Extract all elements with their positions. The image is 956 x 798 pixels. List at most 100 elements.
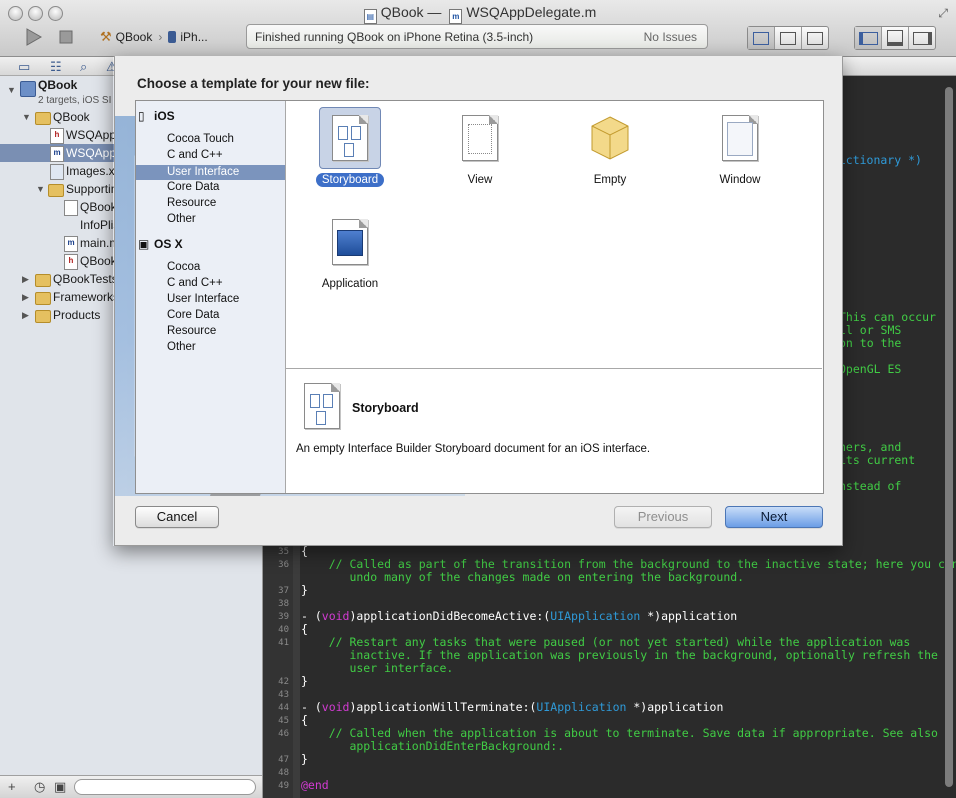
line-number: 39 (278, 612, 289, 622)
code-line-comment: // Called as part of the transition from… (328, 557, 956, 584)
m-file-icon: m (50, 146, 64, 162)
disclosure-triangle-icon[interactable]: ▼ (7, 81, 16, 99)
line-number: 37 (278, 586, 289, 596)
category-osx-core-data[interactable]: Core Data (167, 309, 219, 321)
assistant-editor-button[interactable] (775, 27, 802, 49)
platform-ios: ▯ iOS (138, 109, 175, 123)
line-number: 40 (278, 625, 289, 635)
code-fragment: OpenGL ES (839, 362, 902, 376)
asset-catalog-icon (50, 164, 64, 180)
scheme-target[interactable]: QBook (116, 30, 153, 44)
search-icon[interactable]: ⌕ (80, 59, 87, 75)
code-fragment: on to the (839, 336, 902, 350)
category-osx-resource[interactable]: Resource (167, 325, 216, 337)
header-file-icon: h (64, 254, 78, 270)
folder-icon[interactable]: ▭ (18, 59, 30, 75)
category-ios-core-data[interactable]: Core Data (167, 181, 219, 193)
symbol-navigator-icon[interactable]: ☷ (50, 59, 62, 75)
template-application[interactable]: Application (302, 211, 398, 291)
line-number: 38 (278, 599, 289, 609)
stop-icon (59, 30, 73, 44)
category-ios-resource[interactable]: Resource (167, 197, 216, 209)
standard-editor-button[interactable] (748, 27, 775, 49)
category-osx-user-interface[interactable]: User Interface (167, 293, 239, 305)
debug-toggle-button[interactable] (882, 27, 909, 49)
scheme-selector[interactable]: ⚒ QBook › iPh... (100, 26, 208, 48)
utilities-panel-icon (912, 31, 932, 45)
line-number: 49 (278, 781, 289, 791)
folder-icon (35, 292, 51, 305)
category-ios-other[interactable]: Other (167, 213, 196, 225)
next-button[interactable]: Next (725, 506, 823, 528)
empty-box-icon (591, 116, 629, 160)
category-ios-user-interface[interactable]: User Interface (136, 165, 285, 180)
navigator-filter-bar: + ◷ ▣ (0, 775, 262, 798)
cancel-button[interactable]: Cancel (135, 506, 219, 528)
stop-button[interactable] (56, 26, 76, 48)
template-window[interactable]: Window (692, 107, 788, 187)
disclosure-triangle-icon[interactable]: ▶ (22, 306, 29, 324)
navigator-filter-input[interactable] (74, 779, 256, 795)
disclosure-triangle-icon[interactable]: ▶ (22, 288, 29, 306)
play-icon (26, 28, 42, 46)
tree-item-label: QBookTests (53, 272, 118, 286)
disclosure-triangle-icon[interactable]: ▼ (36, 180, 45, 198)
xcode-project-icon (20, 81, 36, 97)
tree-item-label: Frameworks (53, 290, 120, 304)
disclosure-triangle-icon[interactable]: ▼ (22, 108, 31, 126)
category-osx-cocoa[interactable]: Cocoa (167, 261, 200, 273)
template-label: Application (321, 278, 379, 290)
m-file-icon: m (64, 236, 78, 252)
issues-indicator[interactable]: No Issues (644, 30, 697, 44)
tree-item-label: QBook (80, 200, 117, 214)
plist-file-icon (64, 200, 78, 216)
editor-mode-control (747, 26, 829, 50)
run-button[interactable] (22, 26, 44, 48)
recent-files-icon[interactable]: ◷ (34, 779, 45, 795)
template-detail-description: An empty Interface Builder Storyboard do… (296, 443, 651, 455)
line-number: 41 (278, 638, 289, 648)
line-number: 36 (278, 560, 289, 570)
chevron-right-icon: › (158, 30, 163, 44)
scheme-device[interactable]: iPh... (180, 30, 207, 44)
iphone-icon: ▯ (138, 109, 145, 123)
project-name: QBook (38, 78, 78, 92)
category-ios-c-cpp[interactable]: C and C++ (167, 149, 223, 161)
fullscreen-icon[interactable]: ⤢ (938, 6, 948, 21)
disclosure-triangle-icon[interactable]: ▶ (22, 270, 29, 288)
editor-scrollbar[interactable] (945, 87, 953, 787)
version-editor-button[interactable] (802, 27, 828, 49)
category-osx-other[interactable]: Other (167, 341, 196, 353)
code-line-comment: // Called when the application is about … (328, 726, 938, 753)
folder-icon (35, 112, 51, 125)
code-line-method: - (void)applicationDidBecomeActive:(UIAp… (301, 609, 738, 623)
template-label: View (467, 174, 493, 186)
template-empty[interactable]: Empty (562, 107, 658, 187)
version-editor-icon (807, 31, 823, 45)
line-number: 42 (278, 677, 289, 687)
activity-status: Finished running QBook on iPhone Retina … (255, 30, 534, 44)
platform-category-list: ▯ iOS Cocoa Touch C and C++ User Interfa… (136, 101, 286, 493)
tree-item-label: Supportin (66, 182, 118, 196)
debug-panel-icon (887, 30, 903, 46)
code-fragment: nstead of (839, 479, 902, 493)
utilities-toggle-button[interactable] (909, 27, 935, 49)
window-title: ▤ QBook — m WSQAppDelegate.m (0, 4, 956, 24)
template-storyboard[interactable]: Storyboard (302, 107, 398, 187)
source-control-icon[interactable]: ▣ (54, 779, 66, 795)
navigator-toggle-button[interactable] (855, 27, 882, 49)
template-detail-pane: Storyboard An empty Interface Builder St… (286, 369, 822, 493)
code-line-end: @end (301, 778, 329, 792)
code-fragment: its current (839, 453, 916, 467)
code-line-method: - (void)applicationWillTerminate:(UIAppl… (301, 700, 724, 714)
tree-item-label: QBook (80, 254, 117, 268)
template-label: Empty (593, 174, 627, 186)
platform-osx: ▣ OS X (138, 237, 183, 251)
template-view[interactable]: View (432, 107, 528, 187)
category-ios-cocoa-touch[interactable]: Cocoa Touch (167, 133, 234, 145)
category-osx-c-cpp[interactable]: C and C++ (167, 277, 223, 289)
previous-button[interactable]: Previous (614, 506, 712, 528)
template-label: Window (719, 174, 761, 186)
storyboard-icon (304, 383, 340, 429)
add-icon[interactable]: + (8, 779, 16, 794)
